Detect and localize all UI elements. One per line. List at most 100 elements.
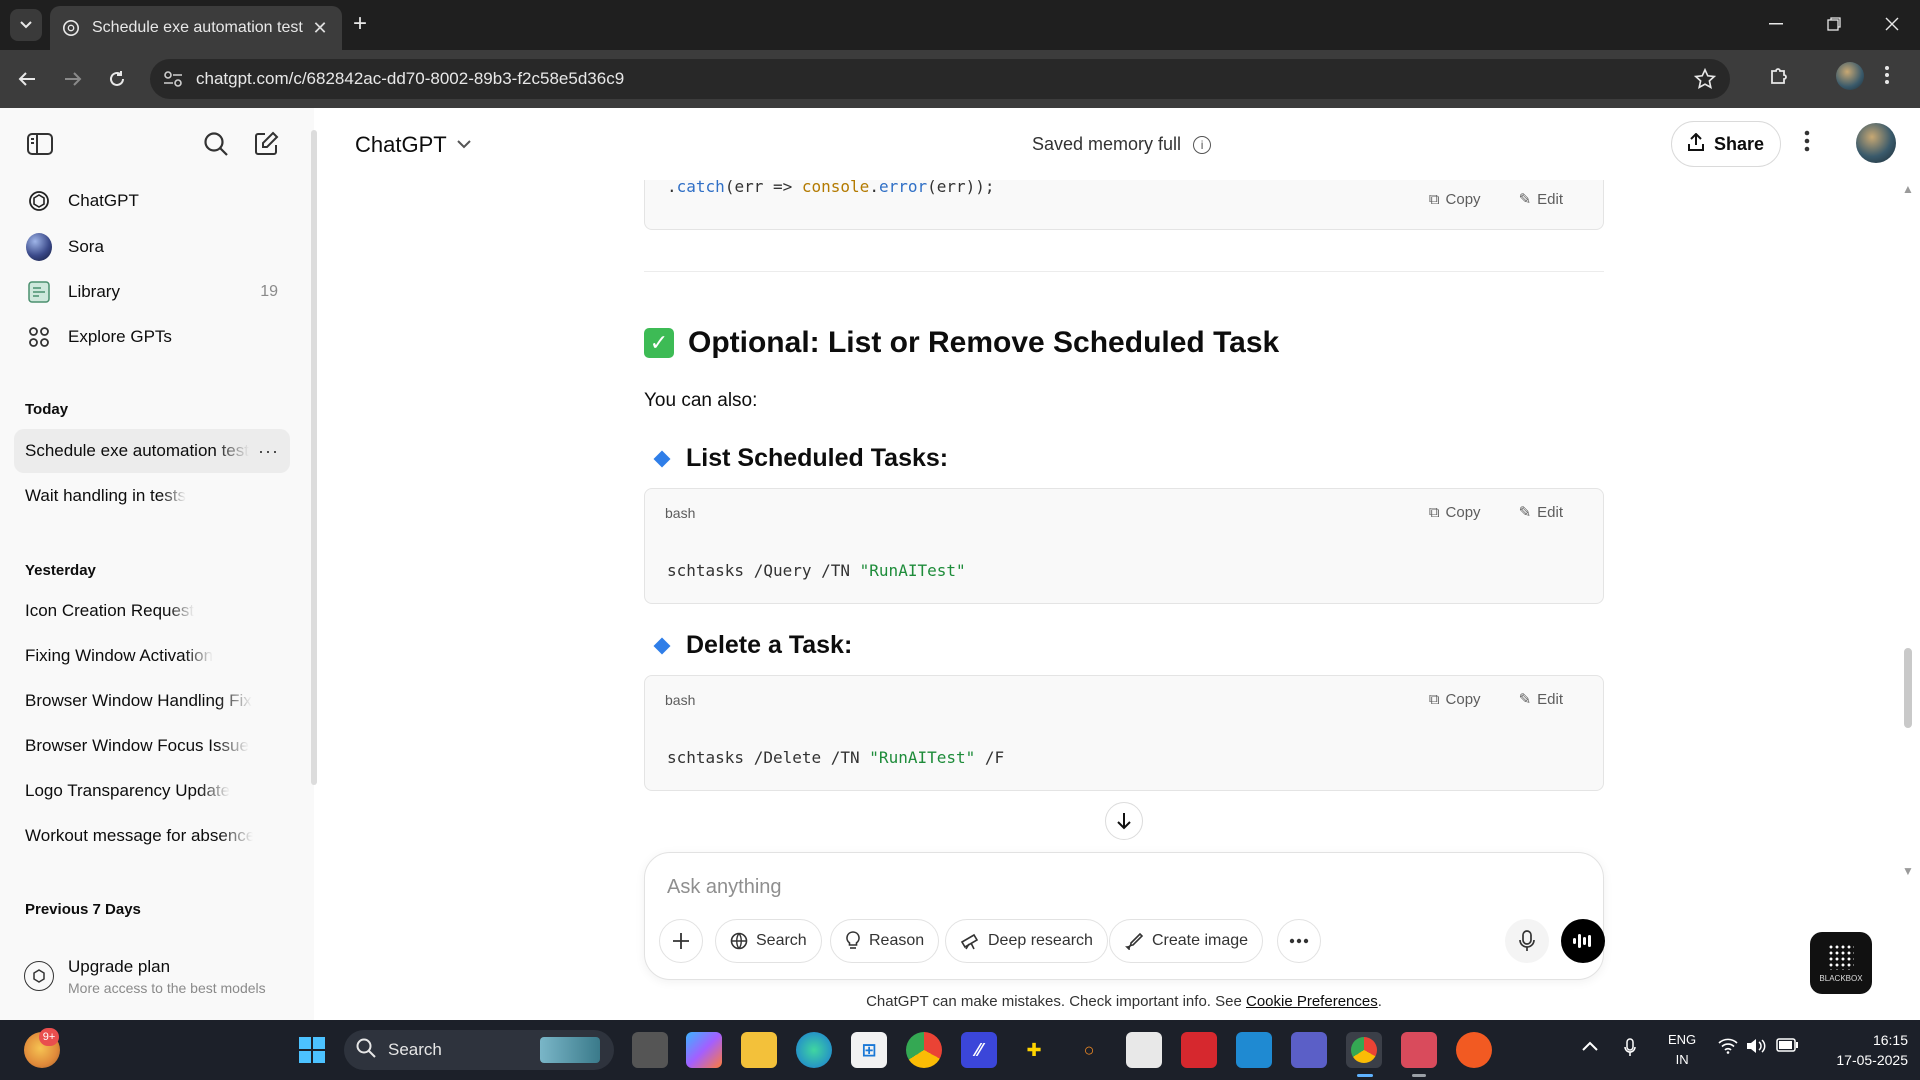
chat-item[interactable]: Icon Creation Request [14, 589, 290, 633]
microphone-icon[interactable] [1624, 1038, 1636, 1061]
chat-options-icon[interactable]: ··· [258, 441, 279, 462]
blackbox-extension-button[interactable]: BLACKBOX [1810, 932, 1872, 994]
microphone-icon[interactable] [1505, 919, 1549, 963]
scroll-to-bottom-arrow-icon[interactable] [1105, 802, 1143, 840]
sidebar-nav-label: Library [68, 282, 120, 301]
edit-code-button[interactable]: ✎ Edit [1518, 190, 1563, 209]
copilot-icon[interactable] [686, 1032, 722, 1068]
copy-code-button[interactable]: ⧉ Copy [1429, 503, 1481, 521]
postman-icon[interactable] [1456, 1032, 1492, 1068]
new-tab-plus-icon[interactable]: + [353, 11, 367, 37]
scroll-down-small-arrow-icon[interactable]: ▼ [1902, 864, 1914, 878]
back-arrow-icon[interactable] [14, 66, 40, 92]
copy-code-button[interactable]: ⧉ Copy [1429, 190, 1481, 208]
user-avatar[interactable] [1856, 123, 1896, 163]
chrome-active-icon[interactable] [1346, 1032, 1382, 1068]
chat-item[interactable]: Fixing Window Activation [14, 634, 290, 678]
microsoft-store-icon[interactable]: ⊞ [851, 1032, 887, 1068]
site-settings-icon[interactable] [162, 69, 184, 89]
sidebar-nav-chatgpt[interactable]: ChatGPT [14, 179, 290, 223]
create-image-tool-button[interactable]: Create image [1109, 919, 1264, 963]
task-view-icon[interactable] [632, 1032, 668, 1068]
copy-code-button[interactable]: ⧉ Copy [1429, 690, 1481, 708]
search-app-icon[interactable]: ○ [1071, 1032, 1107, 1068]
file-app-icon[interactable] [1126, 1032, 1162, 1068]
reload-icon[interactable] [104, 66, 130, 92]
scroll-up-arrow-icon[interactable]: ▲ [1902, 182, 1914, 196]
extensions-puzzle-icon[interactable] [1768, 65, 1790, 87]
blackbox-logo-icon [1828, 943, 1854, 970]
teams-icon[interactable] [1291, 1032, 1327, 1068]
bookmark-star-icon[interactable] [1694, 68, 1716, 90]
chevron-up-icon[interactable] [1582, 1038, 1598, 1054]
search-tool-button[interactable]: Search [715, 919, 822, 963]
battery-icon[interactable] [1776, 1038, 1798, 1055]
share-button[interactable]: Share [1671, 121, 1781, 167]
game-app-icon[interactable]: ✚ [1016, 1032, 1052, 1068]
minimize-icon[interactable] [1764, 12, 1788, 36]
address-bar[interactable]: chatgpt.com/c/682842ac-dd70-8002-89b3-f2… [150, 59, 1730, 99]
section-previous-7-days: Previous 7 Days [25, 901, 141, 918]
vscode-icon[interactable] [1236, 1032, 1272, 1068]
chat-item-active[interactable]: Schedule exe automation test ··· [14, 429, 290, 473]
section-today: Today [25, 401, 69, 418]
chat-item[interactable]: Workout message for absence [14, 814, 290, 858]
model-name: ChatGPT [355, 132, 447, 157]
sidebar-scrollbar[interactable] [311, 130, 317, 785]
more-tools-icon[interactable] [1277, 919, 1321, 963]
edit-code-button[interactable]: ✎ Edit [1519, 690, 1563, 709]
search-icon [356, 1038, 376, 1063]
chat-item[interactable]: Wait handling in tests [14, 474, 290, 518]
restore-icon[interactable] [1822, 12, 1846, 36]
more-options-icon[interactable] [1804, 130, 1810, 158]
speaker-icon[interactable] [1746, 1038, 1766, 1057]
power-automate-icon[interactable]: ⁄⁄ [961, 1032, 997, 1068]
share-label: Share [1713, 133, 1765, 154]
search-icon[interactable] [200, 128, 232, 160]
attach-plus-button[interactable] [659, 919, 703, 963]
chat-item-label: Workout message for absence [25, 826, 253, 845]
edit-code-button[interactable]: ✎ Edit [1519, 503, 1563, 522]
windows-start-icon[interactable] [294, 1032, 330, 1068]
reason-tool-button[interactable]: Reason [830, 919, 940, 963]
message-composer: Search Reason Deep research Create image [644, 852, 1605, 980]
voice-mode-icon[interactable] [1561, 919, 1605, 963]
new-chat-pencil-icon[interactable] [250, 128, 282, 160]
taskbar-search[interactable]: Search [344, 1030, 614, 1070]
sidebar-nav-sora[interactable]: Sora [14, 225, 290, 269]
tab-close-icon[interactable]: ✕ [310, 18, 330, 39]
main-scrollbar-thumb[interactable] [1904, 648, 1912, 728]
edge-browser-icon[interactable] [796, 1032, 832, 1068]
deep-research-tool-button[interactable]: Deep research [945, 919, 1108, 963]
cookie-preferences-link[interactable]: Cookie Preferences [1246, 993, 1378, 1010]
openai-favicon-icon [62, 19, 80, 37]
chrome-icon[interactable] [906, 1032, 942, 1068]
chat-item[interactable]: Browser Window Handling Fix [14, 679, 290, 723]
recorder-app-icon[interactable] [1401, 1032, 1437, 1068]
system-clock[interactable]: 16:15 17-05-2025 [1818, 1030, 1908, 1070]
sidebar-nav-library[interactable]: Library 19 [14, 270, 290, 314]
chrome-menu-icon[interactable] [1884, 65, 1890, 85]
sidebar-nav-explore-gpts[interactable]: Explore GPTs [14, 315, 290, 359]
browser-tab-active[interactable]: Schedule exe automation test ✕ [50, 6, 342, 50]
prompt-input[interactable] [667, 871, 1567, 903]
sidebar-toggle-icon[interactable] [24, 128, 56, 160]
upgrade-plan-button[interactable]: Upgrade plan More access to the best mod… [14, 946, 294, 1006]
chat-item[interactable]: Browser Window Focus Issue [14, 724, 290, 768]
section-heading: ✓ Optional: List or Remove Scheduled Tas… [644, 326, 1279, 360]
input-language[interactable]: ENG IN [1668, 1030, 1696, 1070]
info-icon[interactable]: i [1193, 135, 1212, 154]
lightbulb-icon [845, 931, 861, 951]
forward-arrow-icon[interactable] [60, 66, 86, 92]
wifi-icon[interactable] [1718, 1038, 1738, 1057]
pencil-icon: ✎ [1518, 191, 1532, 208]
mcafee-icon[interactable] [1181, 1032, 1217, 1068]
chat-item[interactable]: Logo Transparency Update [14, 769, 290, 813]
model-selector[interactable]: ChatGPT [355, 132, 471, 158]
window-close-icon[interactable] [1880, 12, 1904, 36]
profile-avatar[interactable] [1836, 62, 1864, 90]
openai-logo-icon [26, 188, 52, 214]
tab-search-chevron-icon[interactable] [10, 9, 42, 41]
file-explorer-icon[interactable] [741, 1032, 777, 1068]
sora-logo-icon [26, 233, 52, 261]
